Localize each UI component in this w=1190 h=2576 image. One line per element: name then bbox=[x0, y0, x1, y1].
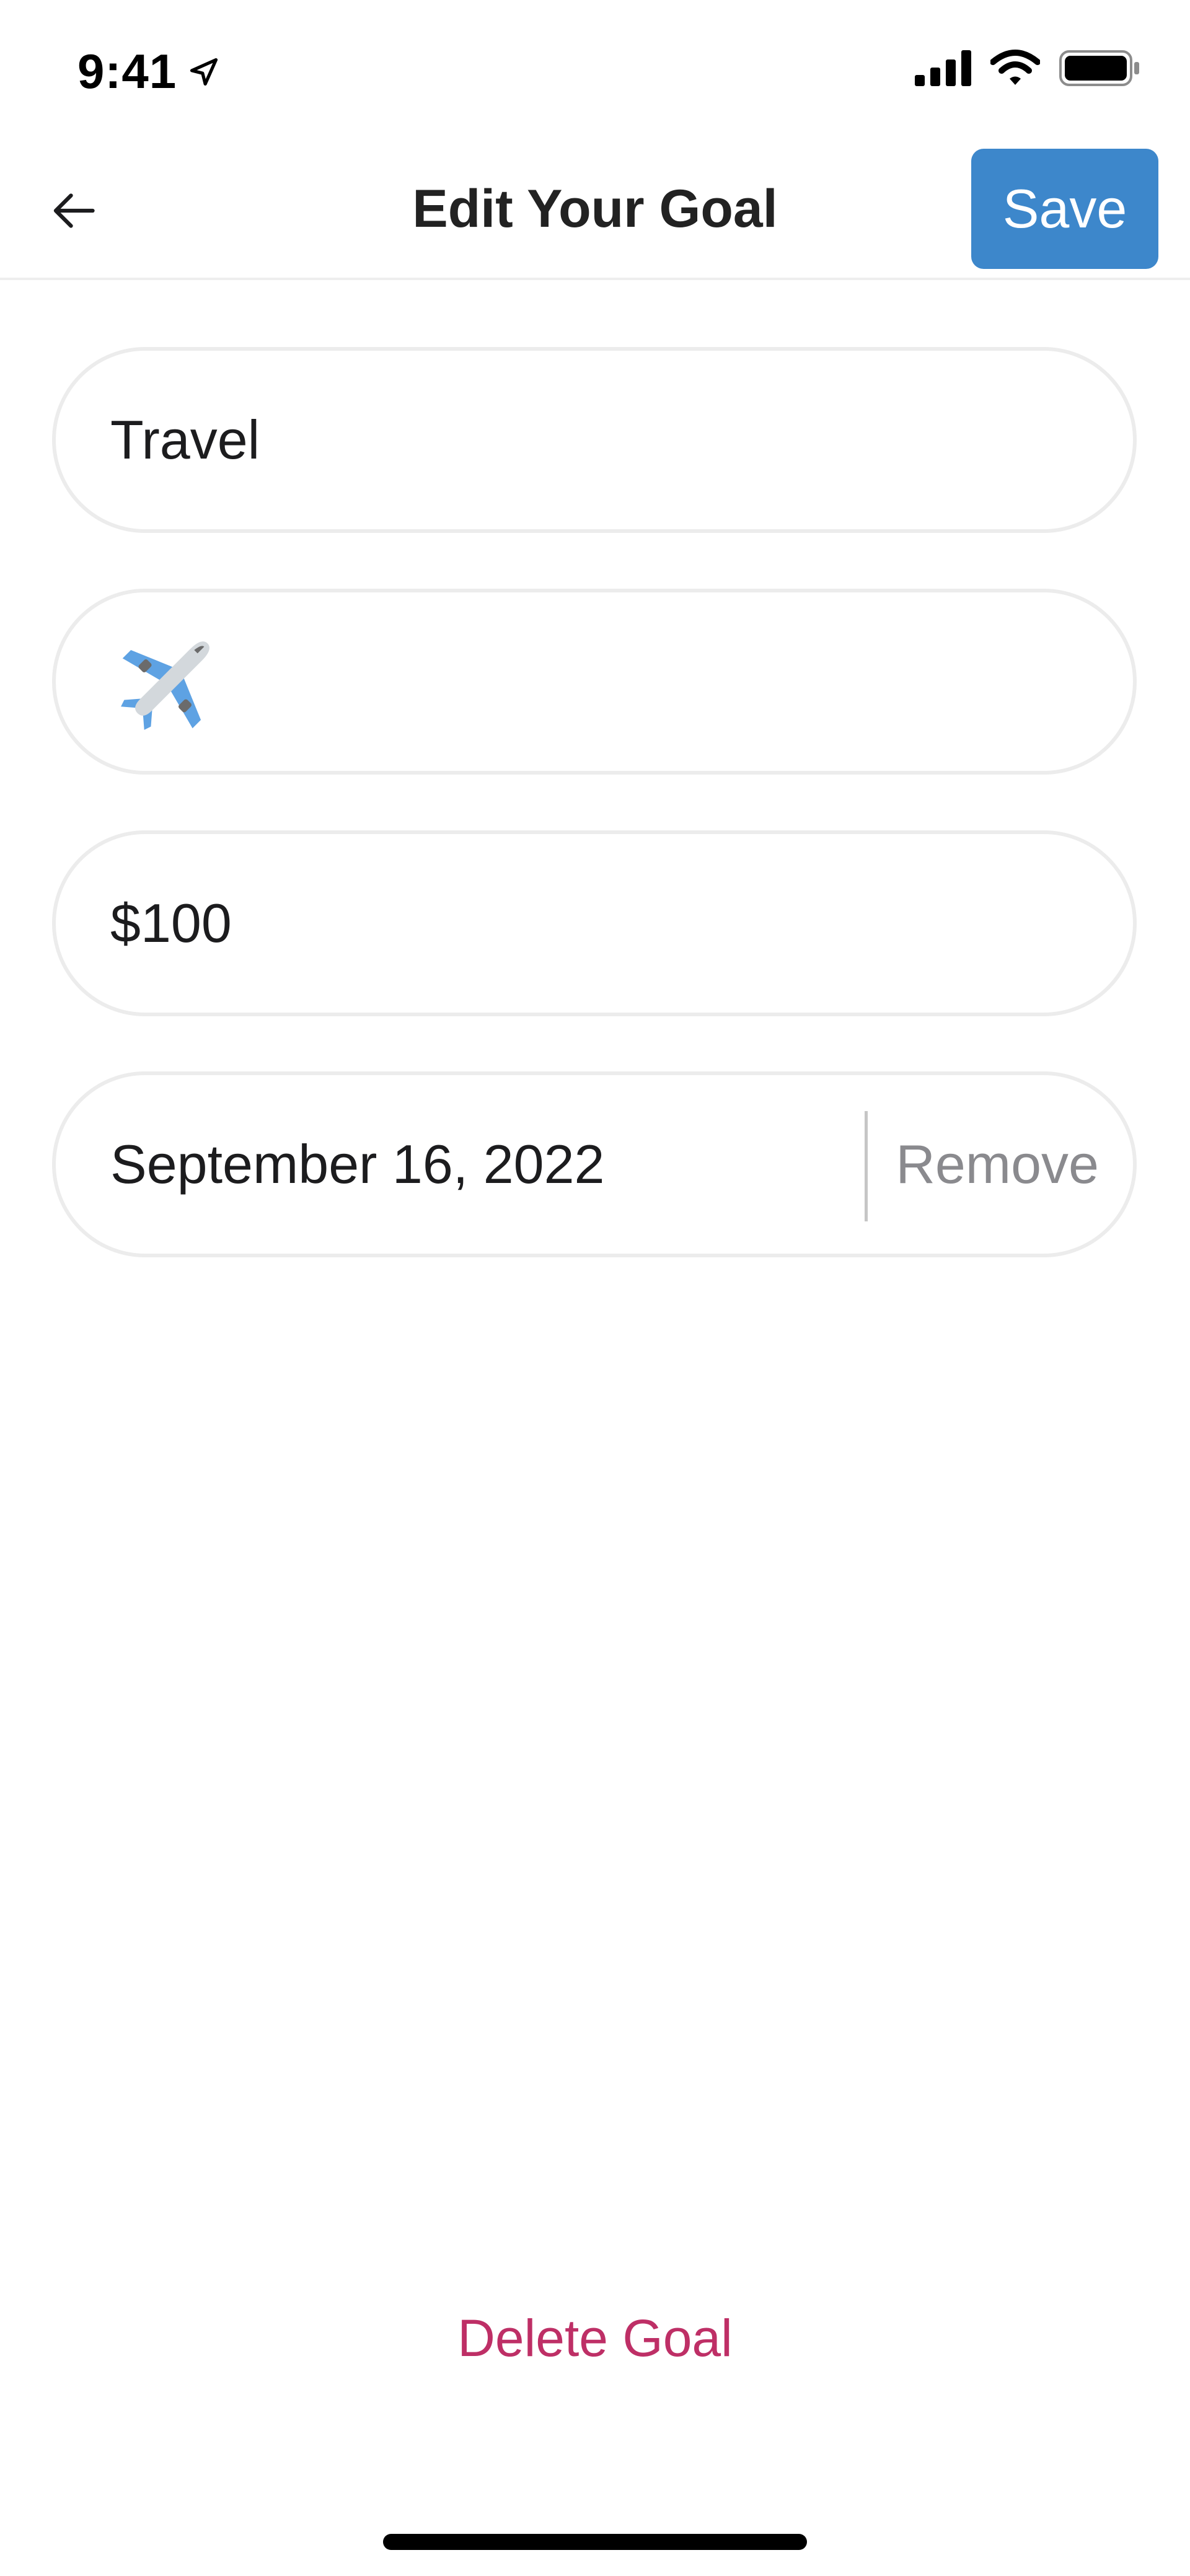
status-indicators bbox=[915, 50, 1140, 87]
status-time: 9:41 bbox=[77, 43, 220, 100]
battery-icon bbox=[1059, 50, 1139, 86]
nav-bar: Edit Your Goal Save bbox=[0, 143, 1190, 280]
delete-goal-button[interactable]: Delete Goal bbox=[0, 2308, 1190, 2368]
wifi-icon bbox=[990, 50, 1040, 85]
remove-date-button[interactable]: Remove bbox=[896, 1075, 1099, 1254]
goal-date-value: September 16, 2022 bbox=[110, 1133, 605, 1195]
airplane-icon bbox=[121, 641, 209, 730]
date-divider bbox=[865, 1111, 868, 1221]
home-indicator bbox=[383, 2534, 807, 2550]
status-time-label: 9:41 bbox=[77, 44, 177, 99]
cellular-signal-icon bbox=[915, 50, 971, 86]
goal-icon-field[interactable] bbox=[52, 589, 1137, 775]
goal-date-field[interactable]: September 16, 2022 Remove bbox=[52, 1071, 1137, 1257]
goal-name-field[interactable]: Travel bbox=[52, 347, 1137, 533]
location-arrow-icon bbox=[190, 58, 218, 86]
status-bar: 9:41 bbox=[0, 0, 1190, 143]
goal-amount-field[interactable]: $100 bbox=[52, 830, 1137, 1016]
save-button[interactable]: Save bbox=[971, 149, 1158, 269]
goal-amount-value: $100 bbox=[110, 892, 232, 954]
goal-name-value: Travel bbox=[110, 409, 260, 470]
